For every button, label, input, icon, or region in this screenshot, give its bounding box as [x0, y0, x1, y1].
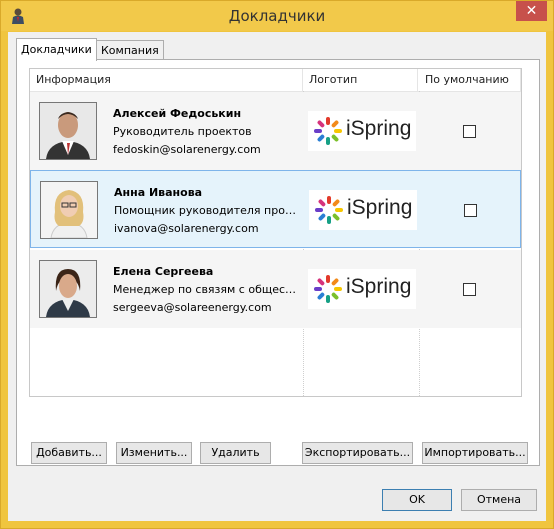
default-checkbox[interactable] [463, 283, 476, 296]
logo-text: iSpring [347, 196, 413, 219]
delete-button[interactable]: Удалить [200, 442, 271, 464]
company-logo: iSpring [308, 269, 416, 309]
add-button-2[interactable]: Добавить... [31, 442, 107, 464]
ispring-logo-icon [314, 117, 342, 145]
default-checkbox[interactable] [464, 204, 477, 217]
presenter-email: fedoskin@solarenergy.com [113, 143, 261, 156]
presenter-photo [40, 181, 98, 239]
default-checkbox[interactable] [463, 125, 476, 138]
close-button[interactable]: ✕ [516, 1, 547, 21]
presenter-row[interactable]: Алексей Федоськин Руководитель проектов … [30, 92, 521, 170]
column-header-default[interactable]: По умолчанию [419, 69, 521, 91]
cancel-button[interactable]: Отмена [461, 489, 537, 511]
presenter-row[interactable]: Елена Сергеева Менеджер по связям с обще… [30, 250, 521, 328]
presenter-email: sergeeva@solareenergy.com [113, 301, 272, 314]
ispring-logo-icon [314, 275, 342, 303]
presenter-row-selected[interactable]: Анна Иванова Помощник руководителя проек… [30, 170, 521, 248]
presenter-photo [39, 102, 97, 160]
presenter-name: Елена Сергеева [113, 265, 214, 278]
ok-button[interactable]: OK [382, 489, 452, 511]
tab-company[interactable]: Компания [96, 40, 164, 60]
presenter-name: Анна Иванова [114, 186, 203, 199]
import-button[interactable]: Импортировать... [422, 442, 528, 464]
column-header-info[interactable]: Информация [30, 69, 303, 91]
title-bar[interactable]: Докладчики ✕ [1, 1, 553, 31]
export-button[interactable]: Экспортировать... [302, 442, 413, 464]
presenter-email: ivanova@solarenergy.com [114, 222, 259, 235]
presenter-role: Помощник руководителя проекта [114, 204, 299, 217]
tab-presenters[interactable]: Докладчики [16, 38, 97, 61]
presenters-panel: Информация Логотип компании По умолчанию [16, 59, 540, 466]
presenter-role: Менеджер по связям с общественностью [113, 283, 298, 296]
ispring-logo-icon [315, 196, 343, 224]
column-header-logo[interactable]: Логотип компании [303, 69, 418, 108]
logo-text: iSpring [346, 275, 412, 298]
logo-text: iSpring [346, 117, 412, 140]
company-logo: iSpring [309, 190, 417, 230]
edit-button[interactable]: Изменить... [116, 442, 192, 464]
company-logo: iSpring [308, 111, 416, 151]
window-title: Докладчики [228, 7, 326, 25]
presenters-list[interactable]: Информация Логотип компании По умолчанию [29, 68, 522, 397]
presenter-role: Руководитель проектов [113, 125, 252, 138]
dialog-client: Докладчики Компания Информация Логотип к… [8, 32, 546, 521]
presenter-name: Алексей Федоськин [113, 107, 242, 120]
presenter-photo [39, 260, 97, 318]
dialog-window: Докладчики ✕ Докладчики Компания Информа… [0, 0, 554, 529]
